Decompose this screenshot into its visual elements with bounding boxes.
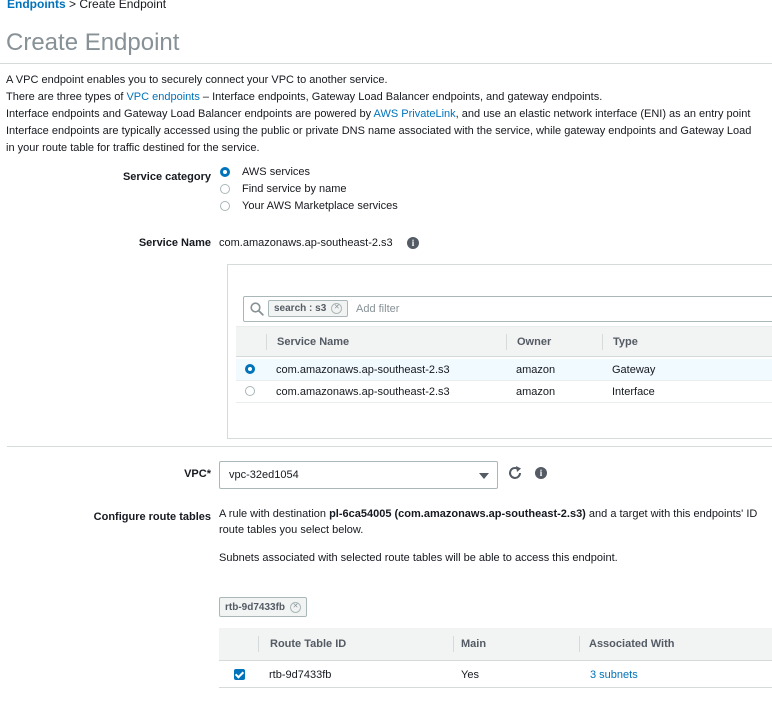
intro-text: A VPC endpoint enables you to securely c…: [6, 72, 772, 157]
column-separator: [506, 334, 507, 350]
chip-remove-icon[interactable]: ✕: [331, 303, 343, 314]
refresh-icon[interactable]: [507, 465, 523, 481]
column-header-type[interactable]: Type: [613, 336, 638, 348]
aws-privatelink-link[interactable]: AWS PrivateLink: [374, 108, 456, 120]
radio-button[interactable]: [220, 184, 230, 194]
vpc-endpoints-link[interactable]: VPC endpoints: [126, 91, 199, 103]
column-separator: [266, 334, 267, 350]
column-header-owner[interactable]: Owner: [517, 336, 551, 348]
row-radio[interactable]: [245, 386, 255, 396]
desc-text: A rule with destination: [219, 508, 327, 520]
column-separator: [579, 636, 580, 652]
column-header-associated-with[interactable]: Associated With: [589, 638, 674, 650]
search-filter-chip[interactable]: search : s3 ✕: [268, 300, 349, 317]
route-table-header: Route Table ID Main Associated With: [219, 628, 772, 661]
intro-line-4: Interface endpoints are typically access…: [6, 125, 752, 137]
service-search-bar[interactable]: search : s3 ✕ Add filter: [243, 296, 772, 322]
desc-destination: pl-6ca54005 (com.amazonaws.ap-southeast-…: [329, 508, 586, 520]
route-table-filter-chip[interactable]: rtb-9d7433fb ✕: [219, 597, 308, 617]
intro-line-1: A VPC endpoint enables you to securely c…: [6, 74, 388, 86]
row-checkbox-checked[interactable]: [234, 669, 245, 680]
page-title: Create Endpoint: [6, 29, 180, 56]
radio-marketplace-services[interactable]: Your AWS Marketplace services: [220, 198, 398, 214]
intro-line-3-pre: Interface endpoints and Gateway Load Bal…: [6, 108, 372, 120]
radio-label: AWS services: [242, 166, 311, 178]
breadcrumb: Endpoints > Create Endpoint: [7, 0, 166, 11]
chip-remove-icon[interactable]: ✕: [290, 601, 302, 613]
radio-button-selected[interactable]: [220, 167, 230, 177]
search-icon: [250, 302, 264, 316]
service-name-value: com.amazonaws.ap-southeast-2.s3: [219, 237, 393, 249]
row-type: Gateway: [612, 364, 656, 376]
configure-route-tables-label: Configure route tables: [93, 511, 211, 523]
intro-line-2: There are three types of VPC endpoints –…: [6, 89, 772, 106]
route-tables-description-line-1: A rule with destination pl-6ca54005 (com…: [219, 506, 757, 522]
breadcrumb-separator: >: [69, 0, 77, 11]
row-main: Yes: [461, 669, 479, 681]
row-route-table-id: rtb-9d7433fb: [269, 669, 332, 681]
vpc-select[interactable]: vpc-32ed1054: [219, 461, 498, 489]
desc-text: and a target with this endpoints' ID: [588, 508, 758, 520]
column-separator: [453, 636, 454, 652]
column-header-service-name[interactable]: Service Name: [277, 336, 349, 348]
table-row[interactable]: rtb-9d7433fb Yes 3 subnets: [219, 662, 772, 688]
column-header-route-table-id[interactable]: Route Table ID: [270, 638, 346, 650]
table-row[interactable]: com.amazonaws.ap-southeast-2.s3 amazon G…: [236, 359, 772, 381]
intro-line-3-post: , and use an elastic network interface (…: [455, 108, 751, 120]
row-type: Interface: [612, 386, 655, 398]
add-filter-placeholder[interactable]: Add filter: [356, 303, 399, 315]
route-tables-description-line-3: Subnets associated with selected route t…: [219, 552, 618, 564]
radio-find-service-by-name[interactable]: Find service by name: [220, 181, 347, 197]
info-icon[interactable]: i: [407, 237, 419, 249]
table-row[interactable]: com.amazonaws.ap-southeast-2.s3 amazon I…: [236, 381, 772, 403]
column-separator: [602, 334, 603, 350]
intro-line-5: in your route table for traffic destined…: [6, 142, 260, 154]
breadcrumb-endpoints-link[interactable]: Endpoints: [7, 0, 66, 11]
divider: [7, 446, 772, 447]
service-name-label: Service Name: [138, 237, 211, 249]
row-service-name: com.amazonaws.ap-southeast-2.s3: [276, 386, 450, 398]
chip-label: search : s3: [274, 303, 327, 314]
column-header-main[interactable]: Main: [461, 638, 486, 650]
column-separator: [258, 636, 259, 652]
row-owner: amazon: [516, 386, 556, 398]
info-icon[interactable]: i: [535, 467, 547, 479]
breadcrumb-current: Create Endpoint: [79, 0, 167, 11]
chip-label: rtb-9d7433fb: [225, 601, 286, 613]
divider: [0, 63, 772, 64]
vpc-label: VPC*: [184, 468, 211, 480]
radio-button[interactable]: [220, 201, 230, 211]
intro-line-2-post: – Interface endpoints, Gateway Load Bala…: [202, 91, 603, 103]
row-service-name: com.amazonaws.ap-southeast-2.s3: [276, 364, 450, 376]
associated-subnets-link[interactable]: 3 subnets: [590, 669, 638, 681]
row-radio-selected[interactable]: [245, 364, 255, 374]
radio-label: Find service by name: [242, 183, 347, 195]
route-tables-description-line-2: route tables you select below.: [219, 524, 364, 536]
vpc-select-value: vpc-32ed1054: [229, 469, 299, 481]
intro-line-3: Interface endpoints and Gateway Load Bal…: [6, 106, 772, 123]
chevron-down-icon: [479, 473, 489, 479]
radio-aws-services[interactable]: AWS services: [220, 164, 310, 180]
services-table-header: Service Name Owner Type: [236, 326, 772, 357]
service-category-label: Service category: [122, 171, 211, 183]
row-owner: amazon: [516, 364, 556, 376]
intro-line-2-pre: There are three types of: [6, 91, 124, 103]
radio-label: Your AWS Marketplace services: [242, 200, 398, 212]
